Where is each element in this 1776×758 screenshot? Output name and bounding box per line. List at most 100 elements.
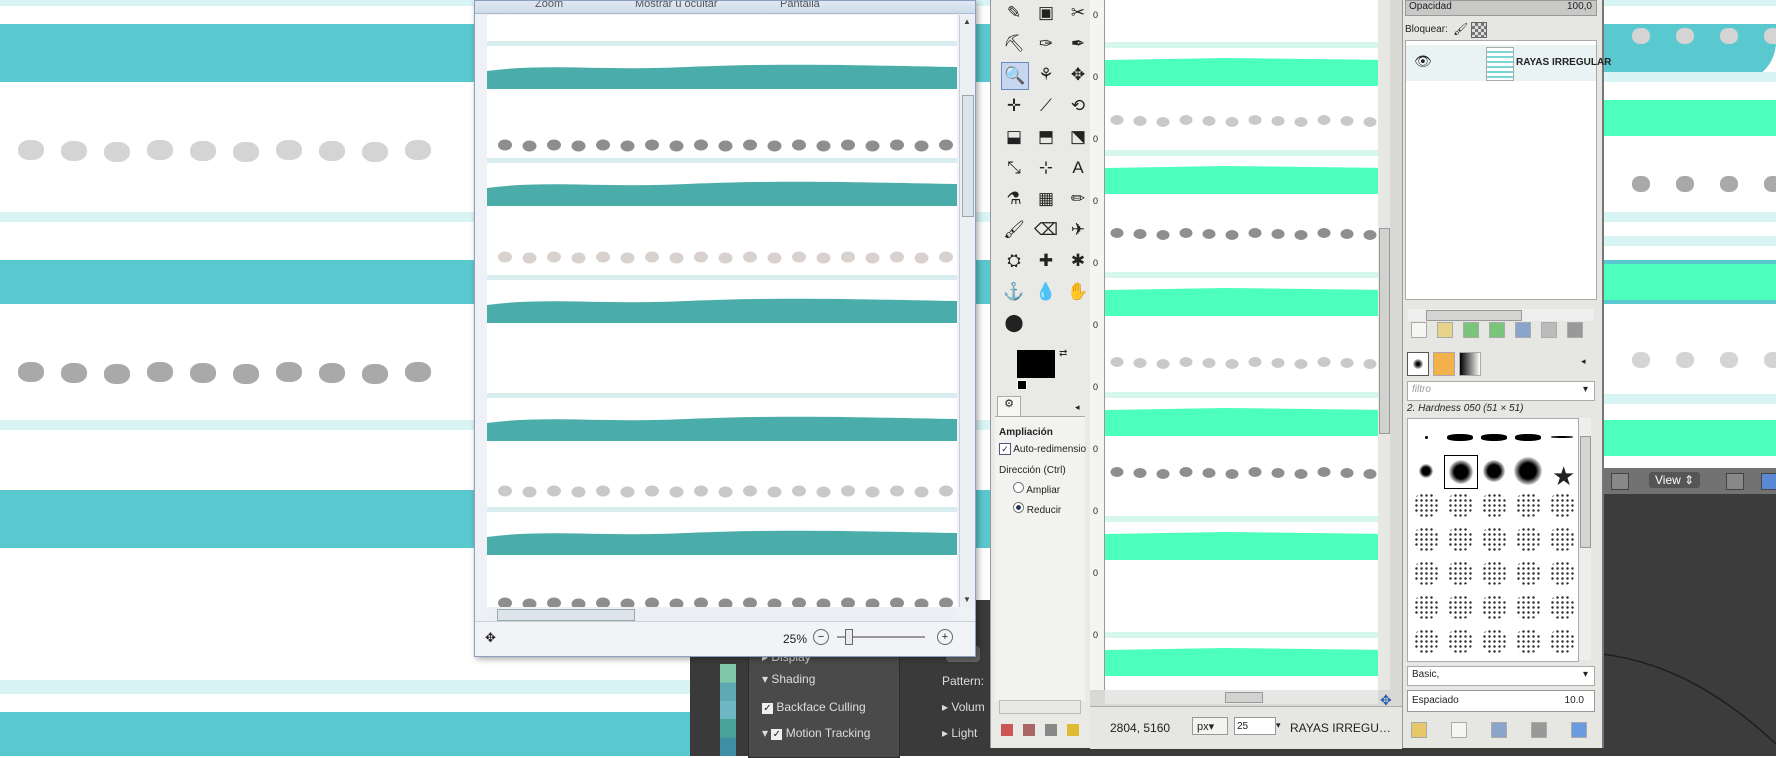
vertical-scroll-thumb[interactable] xyxy=(962,95,974,217)
brush-thumbnail[interactable] xyxy=(1478,455,1510,487)
tool-icon[interactable]: ▦ xyxy=(1033,186,1059,212)
brush-thumbnail[interactable] xyxy=(1546,523,1578,555)
layer-row[interactable]: 👁 RAYAS IRREGULAR xyxy=(1406,45,1611,81)
tool-icon[interactable]: A xyxy=(1065,155,1091,181)
viewport-shading-button[interactable] xyxy=(1611,473,1629,490)
radio-ampliar[interactable]: Ampliar xyxy=(1013,482,1060,496)
tool-icon[interactable]: 🔍 xyxy=(1001,62,1029,90)
tool-options-scrollbar[interactable] xyxy=(999,700,1081,714)
opacity-slider[interactable]: Opacidad 100,0 xyxy=(1405,0,1597,16)
brush-preset-arrow[interactable]: ▾ xyxy=(1583,669,1588,680)
restore-tool-preset-icon[interactable] xyxy=(1023,724,1035,736)
tool-options-tab[interactable]: ⚙ xyxy=(997,396,1021,417)
new-layer-icon[interactable] xyxy=(1411,322,1427,338)
brush-thumbnail[interactable] xyxy=(1444,421,1476,453)
spacing-slider[interactable]: Espaciado 10.0 xyxy=(1407,690,1595,712)
layers-hscroll-thumb[interactable] xyxy=(1426,310,1522,321)
tool-icon[interactable]: ✎ xyxy=(1001,0,1027,26)
reset-colors-icon[interactable] xyxy=(1017,380,1027,390)
brush-thumbnail[interactable] xyxy=(1512,591,1544,623)
brush-thumbnail[interactable] xyxy=(1546,625,1578,657)
scroll-up-arrow[interactable]: ▲ xyxy=(963,17,971,26)
brush-thumbnail[interactable] xyxy=(1410,421,1442,453)
delete-brush-icon[interactable] xyxy=(1531,722,1547,738)
scroll-down-arrow[interactable]: ▼ xyxy=(963,595,971,604)
brush-grid-scroll-thumb[interactable] xyxy=(1580,436,1591,548)
delete-tool-preset-icon[interactable] xyxy=(1045,724,1057,736)
brush-thumbnail[interactable] xyxy=(1410,489,1442,521)
tool-icon[interactable]: ✥ xyxy=(1065,62,1091,88)
patterns-tab[interactable] xyxy=(1433,352,1455,376)
tool-icon[interactable]: ✱ xyxy=(1065,248,1091,274)
tool-icon[interactable]: ✚ xyxy=(1033,248,1059,274)
viewport-mode-button[interactable] xyxy=(1726,473,1744,490)
brush-thumbnail[interactable] xyxy=(1546,591,1578,623)
brush-thumbnail[interactable] xyxy=(1546,557,1578,589)
brush-thumbnail[interactable] xyxy=(1410,625,1442,657)
viewer-image-area[interactable] xyxy=(487,15,957,607)
ribbon-show-hide-group[interactable]: Mostrar u ocultar xyxy=(635,1,718,10)
brush-thumbnail[interactable]: ★ xyxy=(1546,455,1578,491)
brush-thumbnail[interactable] xyxy=(1478,557,1510,589)
layers-hscrollbar[interactable] xyxy=(1408,309,1594,321)
tool-options-menu-icon[interactable]: ◂ xyxy=(1075,402,1080,413)
brush-thumbnail[interactable] xyxy=(1410,557,1442,589)
brush-thumbnail[interactable] xyxy=(1478,421,1510,453)
brush-thumbnail[interactable] xyxy=(1444,557,1476,589)
brush-thumbnail[interactable] xyxy=(1410,591,1442,623)
tool-icon[interactable]: ⟲ xyxy=(1065,93,1091,119)
duplicate-brush-icon[interactable] xyxy=(1491,722,1507,738)
brush-thumbnail[interactable] xyxy=(1512,523,1544,555)
brush-thumbnail[interactable] xyxy=(1478,523,1510,555)
brush-thumbnail[interactable] xyxy=(1512,455,1544,487)
tool-icon[interactable]: ⚗ xyxy=(1001,186,1027,212)
gradients-tab[interactable] xyxy=(1459,352,1481,376)
tool-icon[interactable]: ⬒ xyxy=(1033,124,1059,150)
zoom-slider[interactable] xyxy=(837,629,925,645)
brush-thumbnail[interactable] xyxy=(1512,489,1544,521)
tool-icon[interactable]: ⬔ xyxy=(1065,124,1091,150)
brush-thumbnail[interactable] xyxy=(1512,557,1544,589)
brush-thumbnail[interactable] xyxy=(1546,489,1578,521)
delete-layer-icon[interactable] xyxy=(1567,322,1583,338)
tool-icon[interactable]: ⊹ xyxy=(1033,155,1059,181)
tool-icon[interactable]: 💧 xyxy=(1033,279,1059,305)
tool-icon[interactable]: ✏ xyxy=(1065,186,1091,212)
canvas-hscroll-thumb[interactable] xyxy=(1225,692,1263,703)
brush-preset-selector[interactable]: Basic, ▾ xyxy=(1407,666,1595,686)
brush-grid-scrollbar[interactable] xyxy=(1579,418,1591,660)
swap-colors-icon[interactable]: ⇄ xyxy=(1059,348,1067,359)
lock-alpha-icon[interactable] xyxy=(1471,22,1487,38)
volume-panel-header[interactable]: ▸ Volum xyxy=(942,700,985,714)
brush-filter-input[interactable]: filtro ▾ xyxy=(1407,381,1595,401)
view-menu[interactable]: View ⇕ xyxy=(1649,472,1701,488)
motion-tracking-checkbox[interactable]: ▾ ✓ Motion Tracking xyxy=(762,726,870,740)
horizontal-scroll-thumb[interactable] xyxy=(497,609,635,621)
tool-icon[interactable]: ✑ xyxy=(1033,31,1059,57)
tool-icon[interactable]: 🖌 xyxy=(1001,217,1027,243)
unit-selector[interactable]: px▾ xyxy=(1192,717,1228,735)
zoom-slider-thumb[interactable] xyxy=(845,629,853,645)
foreground-color-swatch[interactable] xyxy=(1017,350,1055,378)
viewport-layer-button[interactable] xyxy=(1761,473,1776,490)
visibility-eye-icon[interactable]: 👁 xyxy=(1414,53,1432,70)
canvas-horizontal-scrollbar[interactable] xyxy=(1105,690,1378,704)
new-layer-group-icon[interactable] xyxy=(1437,322,1453,338)
tool-icon[interactable]: ⬓ xyxy=(1001,124,1027,150)
tool-icon[interactable]: ⛭ xyxy=(1001,248,1027,274)
tool-icon[interactable]: ▣ xyxy=(1033,0,1059,26)
tool-icon[interactable]: ✋ xyxy=(1065,279,1091,305)
radio-reducir[interactable]: Reducir xyxy=(1013,502,1061,516)
viewer-vertical-scrollbar[interactable]: ▲ ▼ xyxy=(959,15,974,607)
tool-icon[interactable]: ✈ xyxy=(1065,217,1091,243)
duplicate-layer-icon[interactable] xyxy=(1515,322,1531,338)
brush-thumbnail[interactable] xyxy=(1478,489,1510,521)
brush-thumbnail[interactable] xyxy=(1444,591,1476,623)
fit-screen-icon[interactable]: ✥ xyxy=(485,630,496,646)
tool-icon[interactable]: ✂ xyxy=(1065,0,1091,26)
edit-brush-icon[interactable] xyxy=(1411,722,1427,738)
brush-filter-dropdown-arrow[interactable]: ▾ xyxy=(1583,384,1588,395)
dock-menu-icon[interactable]: ◂ xyxy=(1581,356,1586,367)
backface-culling-checkbox[interactable]: ✓ Backface Culling xyxy=(762,700,866,714)
brush-thumbnail[interactable] xyxy=(1410,455,1442,487)
